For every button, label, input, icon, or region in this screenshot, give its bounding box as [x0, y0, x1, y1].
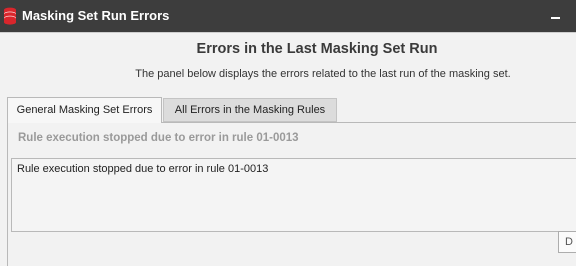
minimize-icon — [551, 17, 560, 19]
details-button[interactable]: D — [558, 231, 576, 253]
tab-all-errors-in-masking-rules[interactable]: All Errors in the Masking Rules — [163, 98, 337, 122]
status-message: Rule execution stopped due to error in r… — [18, 132, 299, 144]
error-text: Rule execution stopped due to error in r… — [17, 163, 269, 175]
page-subtitle: The panel below displays the errors rela… — [135, 68, 511, 80]
database-stack-icon — [3, 7, 17, 25]
dialog-body: Errors in the Last Masking Set Run The p… — [0, 32, 576, 266]
tab-panel: Rule execution stopped due to error in r… — [7, 122, 576, 266]
error-text-area[interactable]: Rule execution stopped due to error in r… — [11, 158, 576, 232]
details-button-label: D — [565, 236, 573, 248]
page-title: Errors in the Last Masking Set Run — [196, 41, 438, 57]
tab-bar: General Masking Set Errors All Errors in… — [7, 97, 576, 123]
tab-general-masking-set-errors[interactable]: General Masking Set Errors — [7, 97, 162, 123]
title-bar[interactable]: Masking Set Run Errors — [0, 0, 576, 32]
divider — [0, 32, 576, 33]
minimize-button[interactable] — [546, 4, 566, 26]
error-dialog-window: Masking Set Run Errors Errors in the Las… — [0, 0, 576, 266]
window-title: Masking Set Run Errors — [22, 8, 170, 23]
